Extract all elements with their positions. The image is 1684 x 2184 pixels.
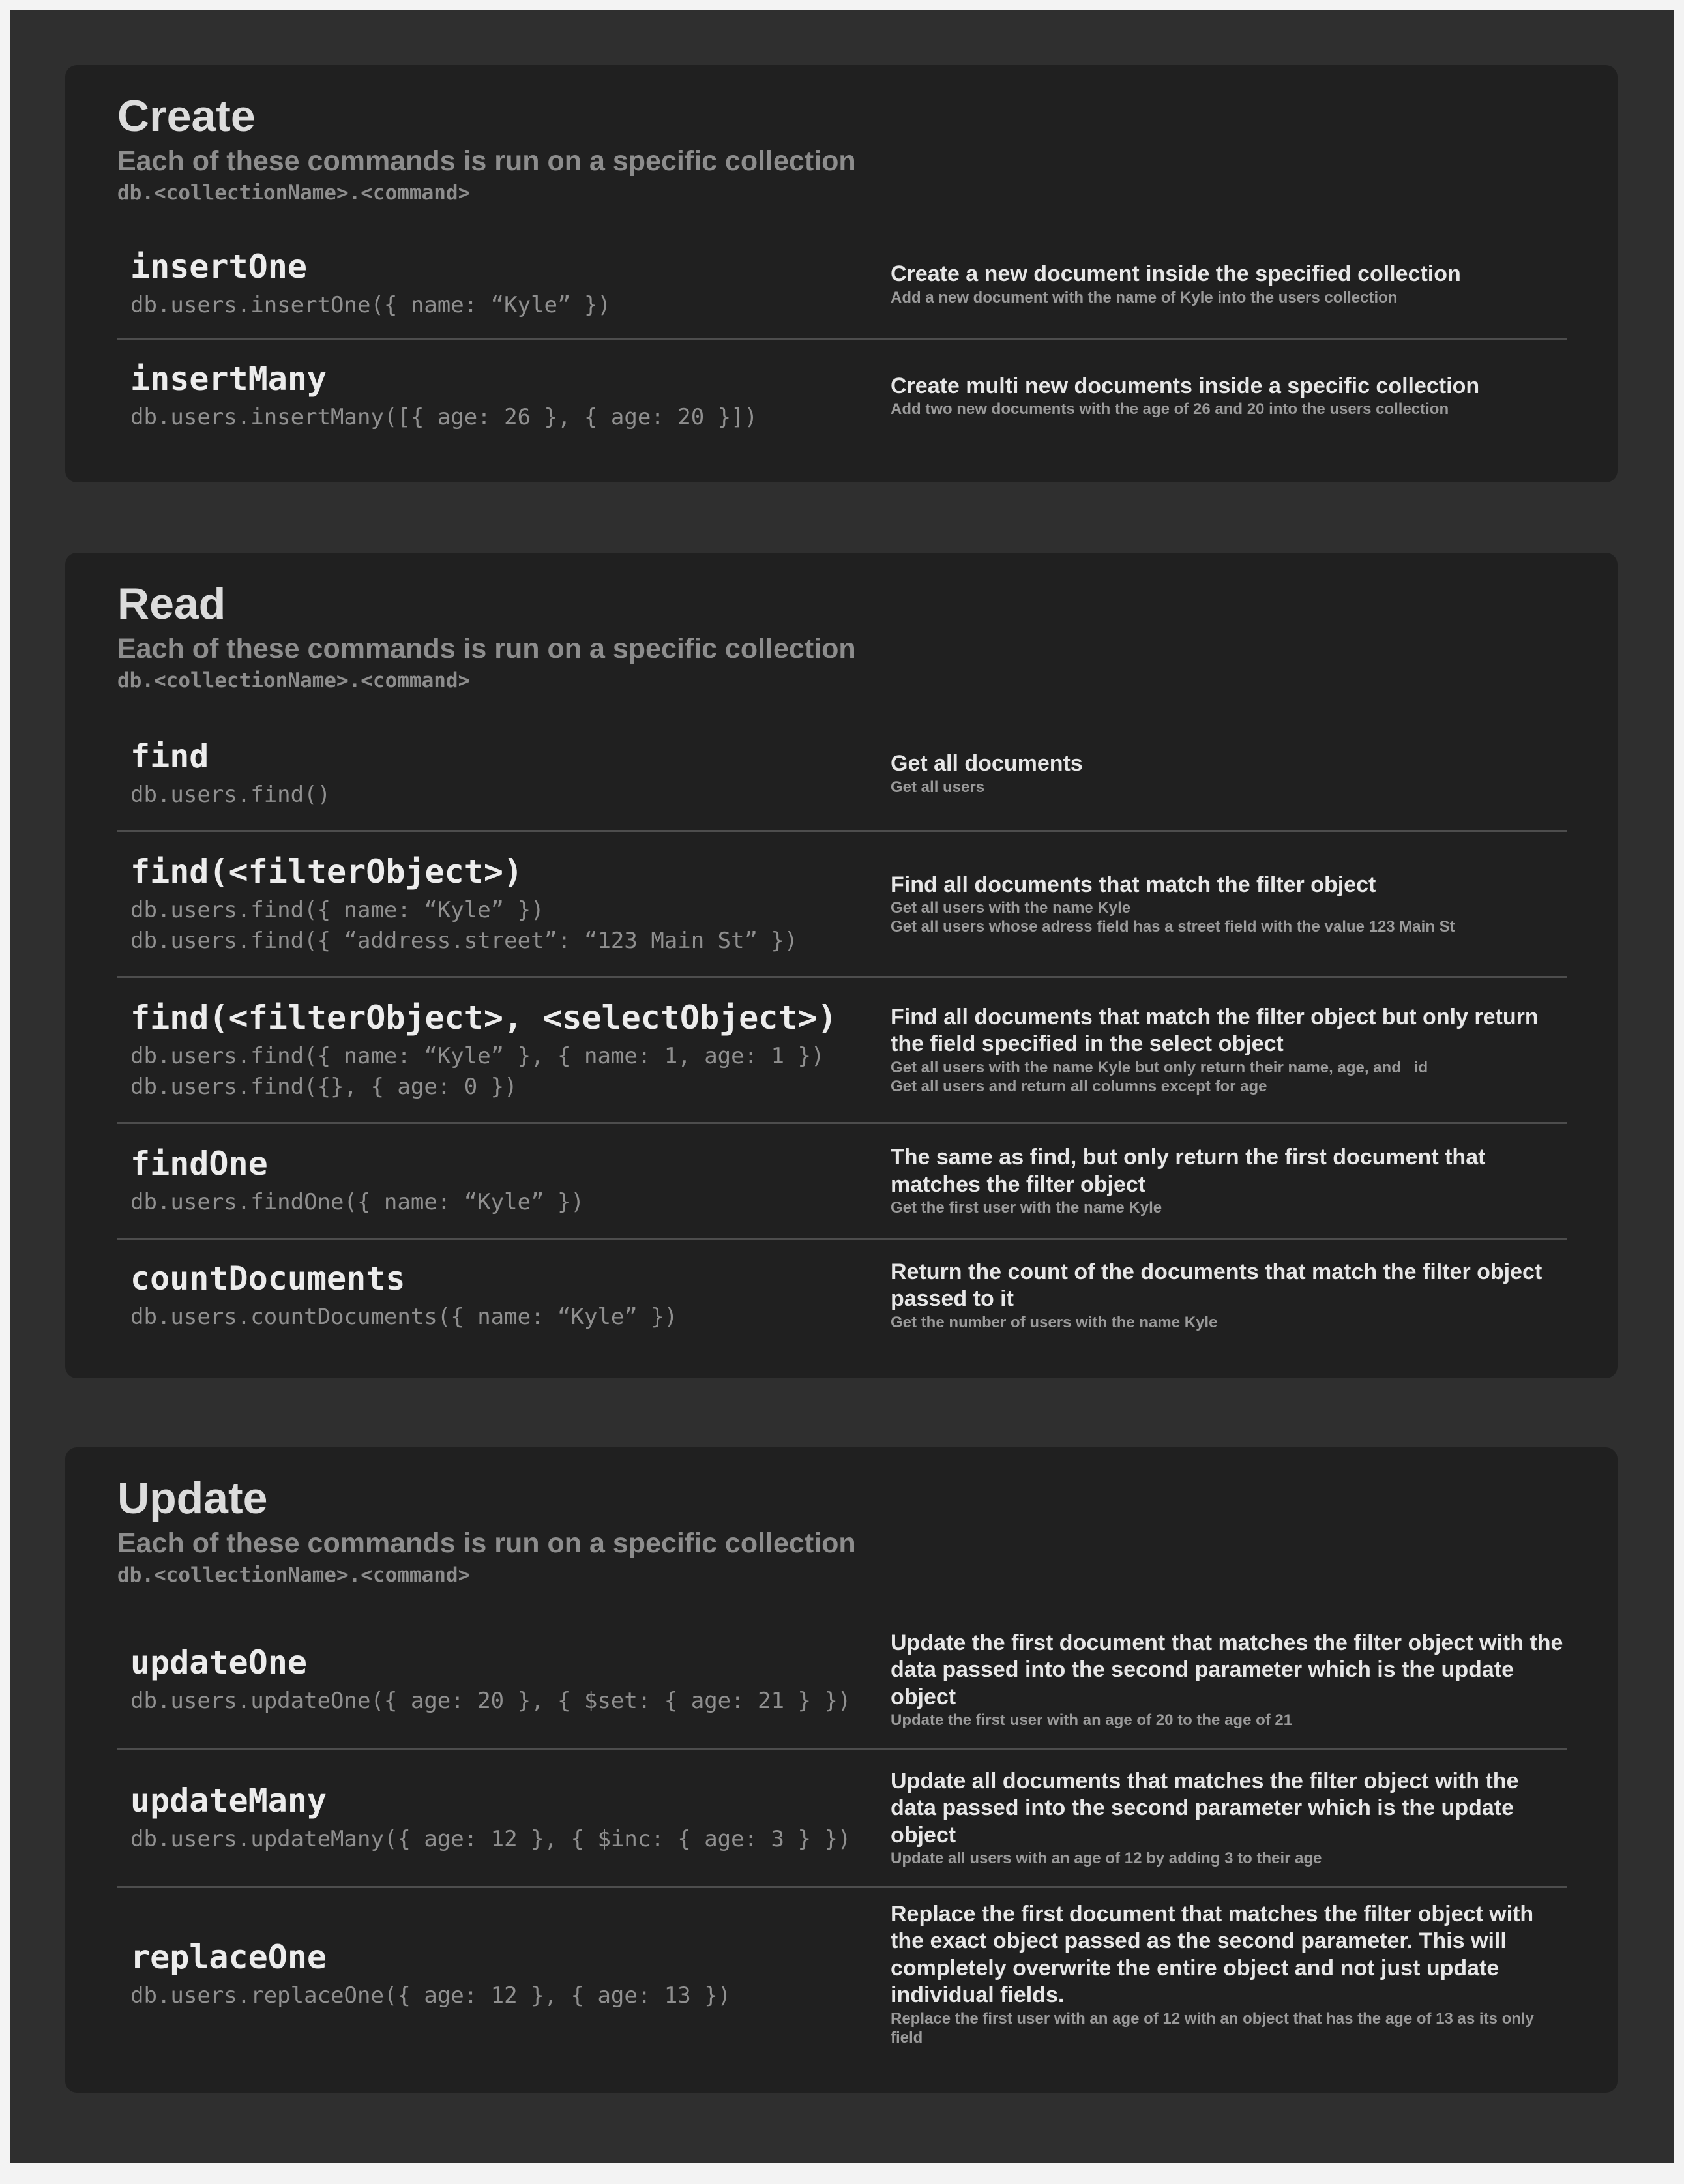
command-name: countDocuments [130,1259,406,1297]
command-note: Get all users whose adress field has a s… [891,918,1455,936]
command-note: Get the number of users with the name Ky… [891,1313,1218,1331]
command-description: Get all documents [891,751,1083,776]
command-name: updateMany [130,1782,327,1820]
command-name: find(<filterObject>) [130,852,524,891]
section-subtitle: Each of these commands is run on a speci… [117,633,856,664]
command-note: Get all users [891,778,985,796]
section-title: Update [117,1473,268,1523]
command-example: db.users.insertMany([{ age: 26 }, { age:… [130,404,758,430]
command-description: Update all documents that matches the fi… [891,1768,1519,1848]
command-row-find: find db.users.find() Get all documents G… [117,717,1567,832]
command-description: Find all documents that match the filter… [891,872,1376,897]
command-note: Update the first user with an age of 20 … [891,1711,1293,1730]
section-subtitle: Each of these commands is run on a speci… [117,145,856,177]
command-description: Create multi new documents inside a spec… [891,373,1480,398]
command-example: db.users.find({}, { age: 0 }) [130,1073,518,1100]
section-update: Update Each of these commands is run on … [65,1447,1618,2093]
section-title: Read [117,579,226,628]
command-name: replaceOne [130,1938,327,1976]
command-row-insertmany: insertMany db.users.insertMany([{ age: 2… [117,340,1567,451]
command-description: Replace the first document that matches … [891,1901,1534,2008]
command-description: Update the first document that matches t… [891,1630,1563,1709]
command-name: findOne [130,1145,268,1183]
command-note: Get the first user with the name Kyle [891,1199,1162,1217]
command-note: Update all users with an age of 12 by ad… [891,1850,1322,1868]
command-list: insertOne db.users.insertOne({ name: “Ky… [117,229,1567,451]
command-list: updateOne db.users.updateOne({ age: 20 }… [117,1612,1567,2060]
command-note: Get all users with the name Kyle but onl… [891,1058,1428,1076]
command-note: Get all users with the name Kyle [891,898,1131,917]
command-note: Add a new document with the name of Kyle… [891,288,1398,306]
command-description: Find all documents that match the filter… [891,1004,1539,1057]
command-example: db.users.find({ “address.street”: “123 M… [130,927,798,954]
section-title: Create [117,91,256,141]
command-example: db.users.replaceOne({ age: 12 }, { age: … [130,1982,731,2009]
command-row-updatemany: updateMany db.users.updateMany({ age: 12… [117,1750,1567,1888]
command-name: insertMany [130,359,327,398]
command-example: db.users.find({ name: “Kyle” }, { name: … [130,1042,825,1069]
command-row-replaceone: replaceOne db.users.replaceOne({ age: 12… [117,1888,1567,2060]
command-note: Add two new documents with the age of 26… [891,400,1449,419]
command-description: The same as find, but only return the fi… [891,1145,1486,1197]
command-name: find(<filterObject>, <selectObject>) [130,998,837,1037]
command-name: insertOne [130,248,307,286]
command-example: db.users.countDocuments({ name: “Kyle” }… [130,1303,678,1330]
section-read: Read Each of these commands is run on a … [65,553,1618,1378]
command-description: Create a new document inside the specifi… [891,261,1461,287]
command-example: db.users.updateMany({ age: 12 }, { $inc:… [130,1826,851,1853]
command-note: Get all users and return all columns exc… [891,1077,1267,1095]
section-create: Create Each of these commands is run on … [65,65,1618,482]
section-syntax: db.<collectionName>.<command> [117,181,471,205]
section-subtitle: Each of these commands is run on a speci… [117,1527,856,1559]
command-row-insertone: insertOne db.users.insertOne({ name: “Ky… [117,229,1567,340]
command-example: db.users.insertOne({ name: “Kyle” }) [130,292,611,319]
command-name: updateOne [130,1644,307,1682]
command-row-updateone: updateOne db.users.updateOne({ age: 20 }… [117,1612,1567,1750]
command-description: Return the count of the documents that m… [891,1259,1543,1312]
section-syntax: db.<collectionName>.<command> [117,1563,471,1587]
command-list: find db.users.find() Get all documents G… [117,717,1567,1351]
command-example: db.users.findOne({ name: “Kyle” }) [130,1189,584,1216]
command-example: db.users.find() [130,782,331,808]
command-name: find [130,737,209,776]
command-row-find-filter: find(<filterObject>) db.users.find({ nam… [117,832,1567,978]
command-row-find-filter-select: find(<filterObject>, <selectObject>) db.… [117,978,1567,1124]
command-row-countdocuments: countDocuments db.users.countDocuments({… [117,1240,1567,1351]
cheatsheet-page: Create Each of these commands is run on … [10,10,1674,2163]
command-example: db.users.find({ name: “Kyle” }) [130,896,544,923]
command-example: db.users.updateOne({ age: 20 }, { $set: … [130,1688,851,1715]
command-row-findone: findOne db.users.findOne({ name: “Kyle” … [117,1124,1567,1240]
command-note: Replace the first user with an age of 12… [891,2009,1534,2046]
section-syntax: db.<collectionName>.<command> [117,669,471,692]
